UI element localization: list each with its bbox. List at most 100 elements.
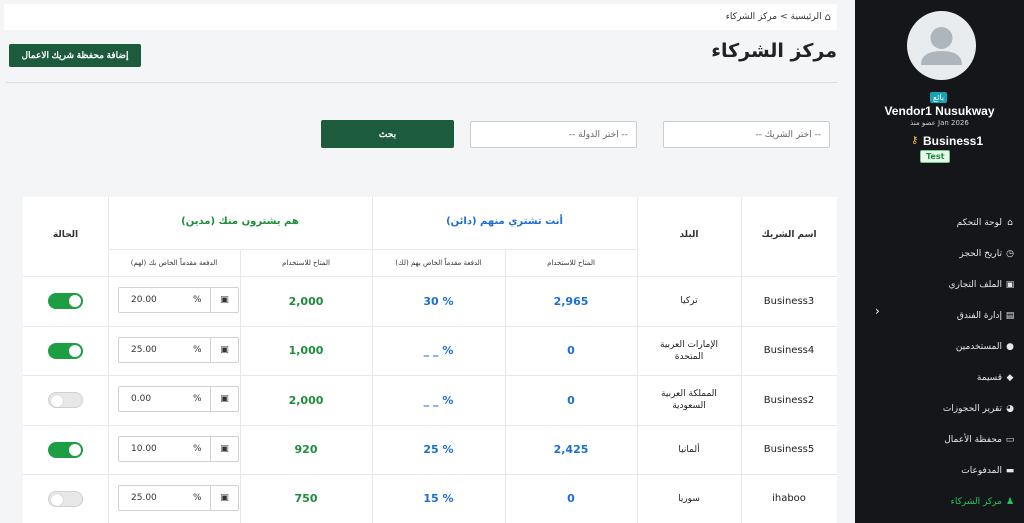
save-icon[interactable]: ▣	[210, 437, 238, 461]
header-status: الحالة	[52, 230, 79, 240]
wallet-icon: ▭	[1005, 434, 1015, 445]
status-toggle[interactable]	[48, 491, 83, 507]
available-they-cell: 750	[294, 492, 318, 505]
prepayment-you-cell: _ _ %	[423, 393, 454, 407]
partner-name-cell: Business5	[763, 444, 815, 455]
prepayment-field[interactable]: 10.00 % ▣	[118, 436, 239, 462]
sidebar-item-hotel-management[interactable]: إدارة الفندق ▤	[895, 300, 1015, 331]
clock-icon: ◷	[1006, 248, 1014, 259]
status-toggle[interactable]	[48, 442, 83, 458]
sidebar-item-booking-history[interactable]: تاريخ الحجز ◷	[895, 238, 1015, 269]
available-you-cell: 2,965	[553, 294, 589, 308]
sidebar-item-business-wallet[interactable]: محفظة الأعمال ▭	[895, 424, 1015, 455]
available-you-cell: 2,425	[553, 443, 589, 456]
partner-select[interactable]: -- اختر الشريك --	[663, 121, 830, 148]
toggle-knob	[51, 494, 63, 506]
sidebar-item-label: تقرير الحجوزات	[942, 403, 1002, 414]
country-cell: المملكة العربية السعودية	[661, 389, 717, 411]
save-icon[interactable]: ▣	[210, 387, 238, 411]
available-you-cell: 0	[567, 492, 575, 505]
toggle-knob	[69, 444, 81, 456]
sidebar-item-label: محفظة الأعمال	[944, 434, 1002, 445]
home-icon: ⌂	[1007, 217, 1013, 228]
member-since: عضو منذ Jan 2026	[910, 119, 969, 127]
sidebar-item-coupon[interactable]: قسيمة ◆	[895, 362, 1015, 393]
sidebar-item-booking-report[interactable]: تقرير الحجوزات ◕	[895, 393, 1015, 424]
role-badge: بائع	[930, 92, 948, 103]
prepayment-value[interactable]: 0.00	[131, 394, 151, 404]
header-partner-name: اسم الشريك	[761, 230, 817, 240]
user-icon: ♟	[1005, 496, 1015, 507]
percent-sign: %	[193, 444, 202, 454]
toggle-knob	[69, 295, 81, 307]
sidebar: بائع Vendor1 Nusukway عضو منذ Jan 2026 ⚷…	[855, 0, 1024, 523]
search-button[interactable]: بحث	[321, 120, 454, 148]
divider	[6, 82, 837, 83]
partner-name-cell: Business2	[763, 394, 815, 406]
country-select[interactable]: -- اختر الدولة --	[470, 121, 637, 148]
prepayment-field[interactable]: 0.00 % ▣	[118, 386, 239, 412]
sidebar-item-label: الملف التجاري	[948, 279, 1002, 290]
page-title: مركز الشركاء	[711, 40, 837, 62]
sidebar-item-partner-center[interactable]: مركز الشركاء ♟	[895, 486, 1015, 517]
sidebar-item-label: المستخدمين	[955, 341, 1002, 352]
save-icon[interactable]: ▣	[210, 486, 238, 510]
sidebar-item-users[interactable]: المستخدمين ●	[895, 331, 1015, 362]
status-toggle[interactable]	[48, 293, 83, 309]
country-cell: تركيا	[680, 296, 698, 306]
partner-select-label: -- اختر الشريك --	[755, 129, 821, 140]
sidebar-item-label: قسيمة	[976, 372, 1002, 383]
partners-table: اسم الشريك البلد أنت تشتري منهم (دائن) ه…	[23, 197, 837, 523]
save-icon[interactable]: ▣	[210, 288, 238, 312]
briefcase-icon: ▣	[1005, 279, 1015, 290]
key-icon: ⚷	[911, 135, 919, 146]
subheader-available-you: المتاح للاستخدام	[547, 259, 595, 267]
sidebar-item-payments[interactable]: المدفوعات ▬	[895, 455, 1015, 486]
sidebar-item-label: مركز الشركاء	[950, 496, 1002, 507]
prepayment-you-cell: _ _ %	[423, 344, 454, 357]
chart-icon: ◕	[1006, 403, 1014, 414]
prepayment-value[interactable]: 10.00	[131, 444, 157, 454]
toggle-knob	[69, 345, 81, 357]
prepayment-field[interactable]: 20.00 % ▣	[118, 287, 239, 313]
percent-sign: %	[193, 345, 202, 355]
prepayment-you-cell: 30 %	[423, 294, 454, 308]
prepayment-field[interactable]: 25.00 % ▣	[118, 485, 239, 511]
prepayment-value[interactable]: 25.00	[131, 493, 157, 503]
partner-name-cell: Business3	[763, 295, 815, 307]
breadcrumb-separator: <	[780, 12, 788, 22]
sidebar-item-business-profile[interactable]: الملف التجاري ▣	[895, 269, 1015, 300]
available-you-cell: 0	[567, 344, 575, 357]
row-divider	[108, 249, 637, 250]
prepayment-field[interactable]: 25.00 % ▣	[118, 337, 239, 363]
vendor-name: Vendor1 Nusukway	[884, 104, 995, 118]
prepayment-you-cell: 25 %	[423, 443, 454, 456]
prepayment-value[interactable]: 20.00	[131, 295, 157, 305]
prepayment-you-cell: 15 %	[423, 492, 454, 505]
sidebar-item-label: تاريخ الحجز	[959, 248, 1002, 259]
save-icon[interactable]: ▣	[210, 338, 238, 362]
users-icon: ●	[1006, 341, 1014, 352]
avatar[interactable]	[907, 11, 976, 80]
percent-sign: %	[193, 295, 202, 305]
user-avatar-icon	[921, 27, 962, 65]
sidebar-item-label: إدارة الفندق	[956, 310, 1002, 321]
sidebar-item-label: لوحة التحكم	[956, 217, 1002, 228]
prepayment-value[interactable]: 25.00	[131, 345, 157, 355]
available-they-cell: 2,000	[288, 294, 324, 308]
sidebar-item-dashboard[interactable]: لوحة التحكم ⌂	[895, 207, 1015, 238]
chevron-right-icon[interactable]: ›	[875, 304, 880, 318]
percent-sign: %	[193, 493, 202, 503]
available-they-cell: 920	[294, 443, 318, 456]
breadcrumb-current[interactable]: مركز الشركاء	[726, 12, 777, 22]
add-partner-wallet-button[interactable]: إضافة محفظة شريك الاعمال	[9, 44, 141, 67]
status-toggle[interactable]	[48, 343, 83, 359]
subheader-available-they: المتاح للاستخدام	[282, 259, 330, 267]
available-they-cell: 1,000	[288, 344, 324, 357]
status-toggle[interactable]	[48, 392, 83, 408]
breadcrumb-home[interactable]: الرئيسية	[791, 12, 822, 22]
test-badge: Test	[920, 150, 951, 163]
percent-sign: %	[193, 394, 202, 404]
sidebar-nav: لوحة التحكم ⌂ تاريخ الحجز ◷ الملف التجار…	[895, 207, 1015, 517]
country-cell: ألمانيا	[678, 444, 700, 455]
